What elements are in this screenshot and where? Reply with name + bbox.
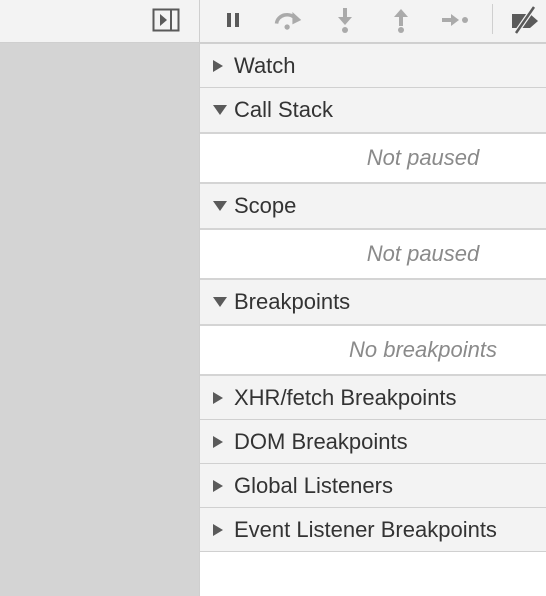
sidebar-toggle-icon — [152, 8, 180, 32]
step-out-button[interactable] — [386, 6, 416, 34]
debugger-toolbar — [200, 0, 546, 43]
section-breakpoints[interactable]: Breakpoints — [200, 280, 546, 326]
section-title: DOM Breakpoints — [234, 428, 408, 454]
section-title: Global Listeners — [234, 472, 393, 498]
triangle-right-icon — [212, 435, 234, 449]
breakpoints-message: No breakpoints — [200, 326, 546, 376]
pause-button[interactable] — [218, 6, 248, 34]
section-title: Watch — [234, 52, 296, 78]
triangle-right-icon — [212, 479, 234, 493]
triangle-right-icon — [212, 391, 234, 405]
section-watch[interactable]: Watch — [200, 43, 546, 88]
deactivate-breakpoints-button[interactable] — [508, 6, 546, 34]
step-into-icon — [338, 8, 352, 33]
section-call-stack[interactable]: Call Stack — [200, 88, 546, 134]
step-over-button[interactable] — [273, 6, 303, 34]
breakpoints-toggle-icon — [512, 6, 538, 34]
pause-icon — [227, 13, 239, 27]
step-button[interactable] — [440, 6, 470, 34]
triangle-down-icon — [212, 104, 234, 116]
section-title: Breakpoints — [234, 289, 351, 314]
toolbar-separator — [492, 4, 493, 34]
section-global-listeners[interactable]: Global Listeners — [200, 464, 546, 508]
section-scope[interactable]: Scope — [200, 184, 546, 230]
section-title: Event Listener Breakpoints — [234, 516, 497, 542]
section-title: Call Stack — [234, 97, 334, 122]
sidebar-toggle-button[interactable] — [152, 8, 180, 32]
triangle-right-icon — [212, 523, 234, 537]
section-title: Scope — [234, 193, 297, 218]
navigator-pane — [0, 0, 200, 596]
section-event-listener-breakpoints[interactable]: Event Listener Breakpoints — [200, 508, 546, 552]
section-dom-breakpoints[interactable]: DOM Breakpoints — [200, 420, 546, 464]
section-xhr-breakpoints[interactable]: XHR/fetch Breakpoints — [200, 376, 546, 420]
triangle-down-icon — [212, 200, 234, 212]
scope-message: Not paused — [200, 230, 546, 280]
step-into-button[interactable] — [330, 6, 360, 34]
section-title: XHR/fetch Breakpoints — [234, 384, 457, 410]
triangle-down-icon — [212, 296, 234, 308]
step-out-icon — [394, 9, 408, 33]
debugger-sidebar: Watch Call Stack Not paused Scope Not pa… — [200, 43, 546, 596]
call-stack-message: Not paused — [200, 134, 546, 184]
step-over-icon — [274, 12, 302, 30]
step-icon — [442, 14, 468, 26]
triangle-right-icon — [212, 59, 234, 73]
left-toolbar — [0, 0, 200, 43]
